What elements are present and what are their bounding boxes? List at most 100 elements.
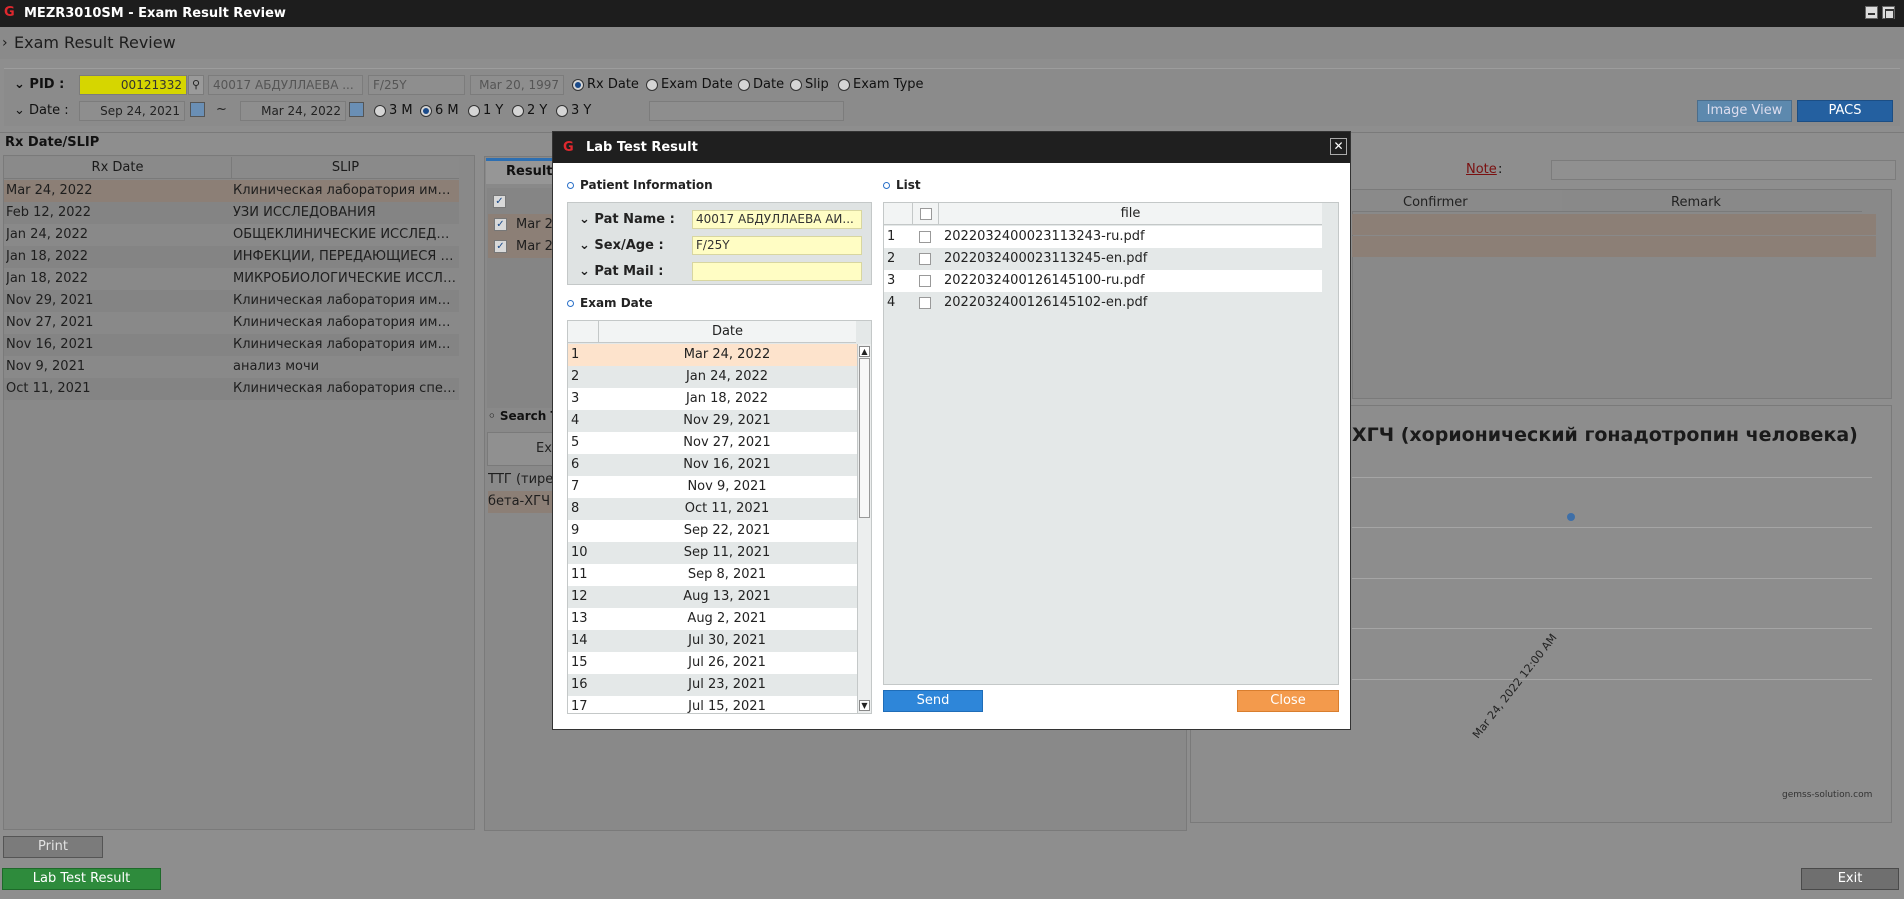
rx-date-cell: Mar 24, 2022 [6,183,93,198]
exam-date-row[interactable]: 2 Jan 24, 2022 [568,366,857,388]
rx-row[interactable]: Mar 24, 2022 Клиническая лаборатория имму… [4,180,459,202]
file-checkbox[interactable] [919,275,931,287]
watermark: gemss-solution.com [1782,790,1873,800]
calendar-icon[interactable] [190,102,205,117]
result-detail-row[interactable] [1352,214,1876,235]
exit-button[interactable]: Exit [1801,868,1899,890]
col-slip: SLIP [231,157,459,179]
exam-date-row[interactable]: 4 Nov 29, 2021 [568,410,857,432]
radio-date[interactable]: Date [738,77,784,92]
search-row[interactable]: бета-ХГЧ [488,491,553,513]
rx-row[interactable]: Nov 9, 2021 анализ мочи [4,356,459,378]
send-button[interactable]: Send [883,690,983,712]
radio-slip[interactable]: Slip [790,77,829,92]
exam-date-row[interactable]: 13 Aug 2, 2021 [568,608,857,630]
exam-date-cell: Aug 13, 2021 [598,586,856,608]
exam-date-row[interactable]: 11 Sep 8, 2021 [568,564,857,586]
rx-row[interactable]: Nov 29, 2021 Клиническая лаборатория имму… [4,290,459,312]
radio-icon [646,78,658,91]
app-logo-icon: G [4,5,15,20]
exam-date-row[interactable]: 7 Nov 9, 2021 [568,476,857,498]
exam-date-cell: Nov 29, 2021 [598,410,856,432]
radio-exam-type[interactable]: Exam Type [838,77,924,92]
exam-date-row[interactable]: 9 Sep 22, 2021 [568,520,857,542]
exam-date-row[interactable]: 17 Jul 15, 2021 [568,696,857,713]
pacs-button[interactable]: PACS [1797,100,1893,122]
select-all-checkbox[interactable]: ✓ [493,195,506,208]
rx-row[interactable]: Jan 24, 2022 ОБЩЕКЛИНИЧЕСКИЕ ИССЛЕДОВА... [4,224,459,246]
minimize-icon[interactable] [1865,6,1878,19]
image-view-button[interactable]: Image View [1697,100,1792,122]
pat-mail-label: ⌄ Pat Mail : [579,264,664,279]
tab-result[interactable]: Result [486,158,556,184]
rx-row[interactable]: Oct 11, 2021 Клиническая лаборатория спец… [4,378,459,400]
result-detail-row[interactable] [1352,236,1876,257]
period-6m[interactable]: 6 M [420,103,459,118]
rx-row[interactable]: Feb 12, 2022 УЗИ ИССЛЕДОВАНИЯ [4,202,459,224]
row-number: 16 [571,677,588,692]
radio-icon [572,78,584,91]
lab-test-result-button[interactable]: Lab Test Result [2,868,161,890]
search-icon[interactable]: ⚲ [188,75,204,95]
rx-date-cell: Nov 29, 2021 [6,293,94,308]
exam-date-row[interactable]: 8 Oct 11, 2021 [568,498,857,520]
slip-cell: анализ мочи [233,359,320,374]
file-name: 2022032400126145102-en.pdf [944,295,1148,310]
row-number: 9 [571,523,580,538]
rx-row[interactable]: Jan 18, 2022 ИНФЕКЦИИ, ПЕРЕДАЮЩИЕСЯ ПО... [4,246,459,268]
rx-date-cell: Oct 11, 2021 [6,381,91,396]
file-row[interactable]: 1 2022032400023113243-ru.pdf [884,226,1322,248]
date-to-input[interactable]: Mar 24, 2022 [240,101,346,121]
note-input[interactable] [1551,160,1896,180]
col-confirmer: Confirmer [1403,195,1468,210]
rx-row[interactable]: Nov 16, 2021 Клиническая лаборатория имму… [4,334,459,356]
radio-exam-date[interactable]: Exam Date [646,77,733,92]
pat-mail-field[interactable] [692,262,862,281]
dialog-header: G Lab Test Result ✕ [553,132,1350,163]
exam-type-field[interactable] [649,101,844,121]
col-exam: Ex [487,432,553,466]
period-3m[interactable]: 3 M [374,103,413,118]
file-checkbox[interactable] [919,253,931,265]
print-button[interactable]: Print [3,836,103,858]
pid-input[interactable]: 00121332 [79,75,187,95]
radio-rx-date[interactable]: Rx Date [572,77,639,92]
row-number: 1 [571,347,580,362]
period-2y[interactable]: 2 Y [512,103,547,118]
pat-name-field: 40017 АБДУЛЛАЕВА АИ... [692,210,862,229]
scrollbar[interactable]: ▲ ▼ [857,344,871,713]
period-1y[interactable]: 1 Y [468,103,503,118]
file-checkbox[interactable] [919,231,931,243]
select-all-files-checkbox[interactable] [919,207,932,220]
row-number: 14 [571,633,588,648]
file-row[interactable]: 2 2022032400023113245-en.pdf [884,248,1322,270]
rx-row[interactable]: Jan 18, 2022 МИКРОБИОЛОГИЧЕСКИЕ ИССЛЕД... [4,268,459,290]
slip-cell: Клиническая лаборатория иммун... [233,315,457,330]
exam-date-row[interactable]: 14 Jul 30, 2021 [568,630,857,652]
exam-date-row[interactable]: 15 Jul 26, 2021 [568,652,857,674]
close-icon[interactable]: ✕ [1330,138,1347,155]
exam-date-row[interactable]: 6 Nov 16, 2021 [568,454,857,476]
exam-date-row[interactable]: 5 Nov 27, 2021 [568,432,857,454]
result-row[interactable]: ✓ Mar 2 [488,214,556,236]
exam-date-row[interactable]: 10 Sep 11, 2021 [568,542,857,564]
period-3y[interactable]: 3 Y [556,103,591,118]
search-row[interactable]: ТТГ (тирес [488,469,553,491]
file-checkbox[interactable] [919,297,931,309]
file-row[interactable]: 3 2022032400126145100-ru.pdf [884,270,1322,292]
exam-date-row[interactable]: 16 Jul 23, 2021 [568,674,857,696]
maximize-icon[interactable] [1882,6,1895,19]
file-row[interactable]: 4 2022032400126145102-en.pdf [884,292,1322,314]
rx-row[interactable]: Nov 27, 2021 Клиническая лаборатория имму… [4,312,459,334]
row-number: 2 [571,369,580,384]
close-button[interactable]: Close [1237,690,1339,712]
exam-date-row[interactable]: 1 Mar 24, 2022 [568,344,857,366]
date-from-input[interactable]: Sep 24, 2021 [79,101,185,121]
date-label: ⌄ Date : [14,103,69,118]
rx-date-cell: Jan 18, 2022 [6,271,89,286]
result-row[interactable]: ✓ Mar 2 [488,236,556,258]
note-label: Note [1466,162,1497,177]
exam-date-row[interactable]: 3 Jan 18, 2022 [568,388,857,410]
exam-date-row[interactable]: 12 Aug 13, 2021 [568,586,857,608]
calendar-icon[interactable] [349,102,364,117]
